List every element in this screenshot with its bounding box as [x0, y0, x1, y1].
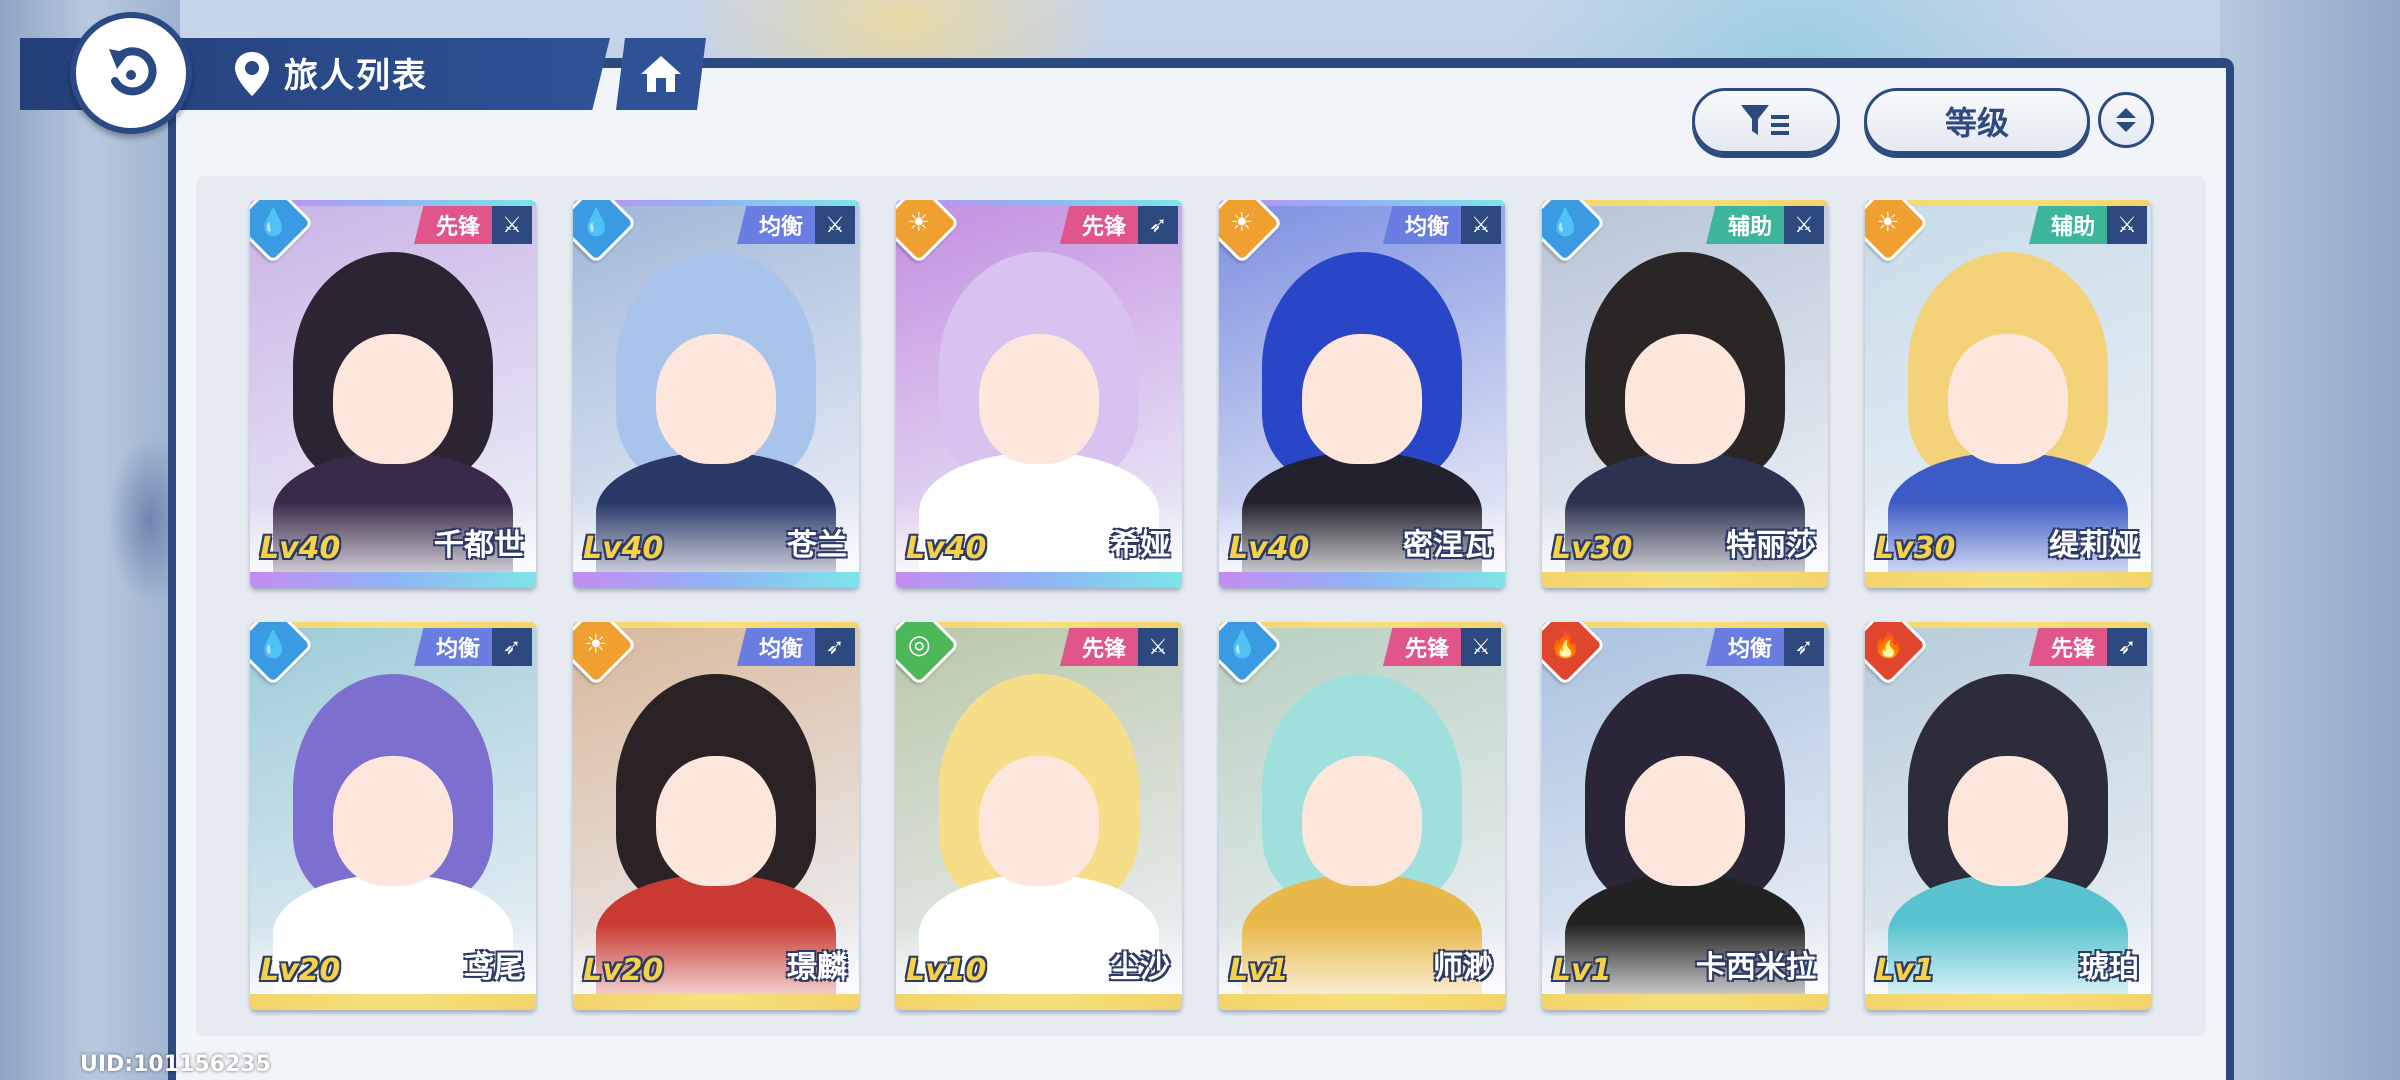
- sword-icon: ⚔: [1461, 628, 1501, 666]
- home-icon: [641, 56, 681, 92]
- rarity-strip: [250, 994, 536, 1010]
- character-level: Lv1: [1229, 953, 1289, 988]
- role-tag: 均衡: [736, 628, 815, 666]
- sword-icon: ⚔: [1138, 628, 1178, 666]
- rarity-strip: [1219, 572, 1505, 588]
- rarity-strip: [573, 572, 859, 588]
- role-tag: 均衡: [413, 628, 492, 666]
- character-card[interactable]: ☀ 先锋 ➶ Lv40 希娅: [896, 200, 1182, 588]
- back-arrow-icon: [109, 47, 157, 96]
- sword-icon: ⚔: [1461, 206, 1501, 244]
- character-card[interactable]: ◎ 先锋 ⚔ Lv10 尘沙: [896, 622, 1182, 1010]
- character-level: Lv40: [583, 531, 664, 566]
- sort-ascending-icon: [2116, 108, 2136, 118]
- character-level: Lv1: [1875, 953, 1935, 988]
- character-name: 卡西米拉: [1696, 950, 1816, 985]
- role-tag: 先锋: [1059, 628, 1138, 666]
- character-level: Lv1: [1552, 953, 1612, 988]
- sort-by-level-button[interactable]: 等级: [1864, 88, 2090, 154]
- user-id: UID:101156235: [80, 1052, 271, 1077]
- character-level: Lv40: [1229, 531, 1310, 566]
- character-card[interactable]: ☀ 均衡 ➶ Lv20 璟麟: [573, 622, 859, 1010]
- character-level: Lv30: [1552, 531, 1633, 566]
- bow-icon: ➶: [1138, 206, 1178, 244]
- page-title: 旅人列表: [284, 56, 428, 96]
- bow-icon: ➶: [1784, 628, 1824, 666]
- role-tag: 先锋: [1382, 628, 1461, 666]
- character-name: 师渺: [1433, 950, 1493, 985]
- character-level: Lv20: [583, 953, 664, 988]
- character-name: 特丽莎: [1726, 528, 1816, 563]
- back-button[interactable]: [70, 12, 192, 134]
- rarity-strip: [1542, 994, 1828, 1010]
- character-card[interactable]: 🔥 均衡 ➶ Lv1 卡西米拉: [1542, 622, 1828, 1010]
- character-card[interactable]: 💧 辅助 ⚔ Lv30 特丽莎: [1542, 200, 1828, 588]
- character-card[interactable]: 💧 均衡 ➶ Lv20 鸢尾: [250, 622, 536, 1010]
- rarity-strip: [573, 994, 859, 1010]
- character-name: 希娅: [1110, 528, 1170, 563]
- character-name: 苍兰: [787, 528, 847, 563]
- character-name: 千都世: [434, 528, 524, 563]
- character-card[interactable]: 🔥 先锋 ➶ Lv1 琥珀: [1865, 622, 2151, 1010]
- character-level: Lv20: [260, 953, 341, 988]
- rarity-strip: [896, 572, 1182, 588]
- filter-icon: [1741, 105, 1789, 135]
- filter-button[interactable]: [1692, 88, 1840, 154]
- home-button[interactable]: [616, 38, 706, 110]
- rarity-strip: [1865, 572, 2151, 588]
- role-tag: 先锋: [2028, 628, 2107, 666]
- bow-icon: ➶: [492, 628, 532, 666]
- character-card[interactable]: 💧 先锋 ⚔ Lv40 千都世: [250, 200, 536, 588]
- character-card[interactable]: ☀ 辅助 ⚔ Lv30 缇莉娅: [1865, 200, 2151, 588]
- role-tag: 均衡: [736, 206, 815, 244]
- role-tag: 先锋: [413, 206, 492, 244]
- role-tag: 均衡: [1382, 206, 1461, 244]
- character-name: 鸢尾: [464, 950, 524, 985]
- character-name: 璟麟: [787, 950, 847, 985]
- rarity-strip: [1219, 994, 1505, 1010]
- role-tag: 均衡: [1705, 628, 1784, 666]
- rarity-strip: [1542, 572, 1828, 588]
- role-tag: 辅助: [1705, 206, 1784, 244]
- character-name: 密涅瓦: [1403, 528, 1493, 563]
- character-level: Lv30: [1875, 531, 1956, 566]
- rarity-strip: [250, 572, 536, 588]
- sort-order-button[interactable]: [2098, 92, 2154, 148]
- background-right: [2220, 0, 2400, 1080]
- rarity-strip: [896, 994, 1182, 1010]
- sword-icon: ⚔: [2107, 206, 2147, 244]
- sword-icon: ⚔: [1784, 206, 1824, 244]
- character-level: Lv10: [906, 953, 987, 988]
- bow-icon: ➶: [2107, 628, 2147, 666]
- character-level: Lv40: [260, 531, 341, 566]
- character-card[interactable]: ☀ 均衡 ⚔ Lv40 密涅瓦: [1219, 200, 1505, 588]
- character-card[interactable]: 💧 先锋 ⚔ Lv1 师渺: [1219, 622, 1505, 1010]
- character-list: 💧 先锋 ⚔ Lv40 千都世 💧 均衡 ⚔ Lv40 苍兰 ☀ 先锋 ➶ Lv40 希娅 ☀ 均衡 ⚔ Lv…: [250, 200, 2156, 1010]
- sword-icon: ⚔: [492, 206, 532, 244]
- rarity-strip: [1865, 994, 2151, 1010]
- character-name: 缇莉娅: [2049, 528, 2139, 563]
- character-name: 尘沙: [1110, 950, 1170, 985]
- role-tag: 辅助: [2028, 206, 2107, 244]
- character-level: Lv40: [906, 531, 987, 566]
- role-tag: 先锋: [1059, 206, 1138, 244]
- character-card[interactable]: 💧 均衡 ⚔ Lv40 苍兰: [573, 200, 859, 588]
- background-left: [0, 0, 180, 1080]
- bow-icon: ➶: [815, 628, 855, 666]
- character-name: 琥珀: [2079, 950, 2139, 985]
- sort-descending-icon: [2116, 122, 2136, 132]
- sword-icon: ⚔: [815, 206, 855, 244]
- map-pin-icon: [235, 52, 269, 96]
